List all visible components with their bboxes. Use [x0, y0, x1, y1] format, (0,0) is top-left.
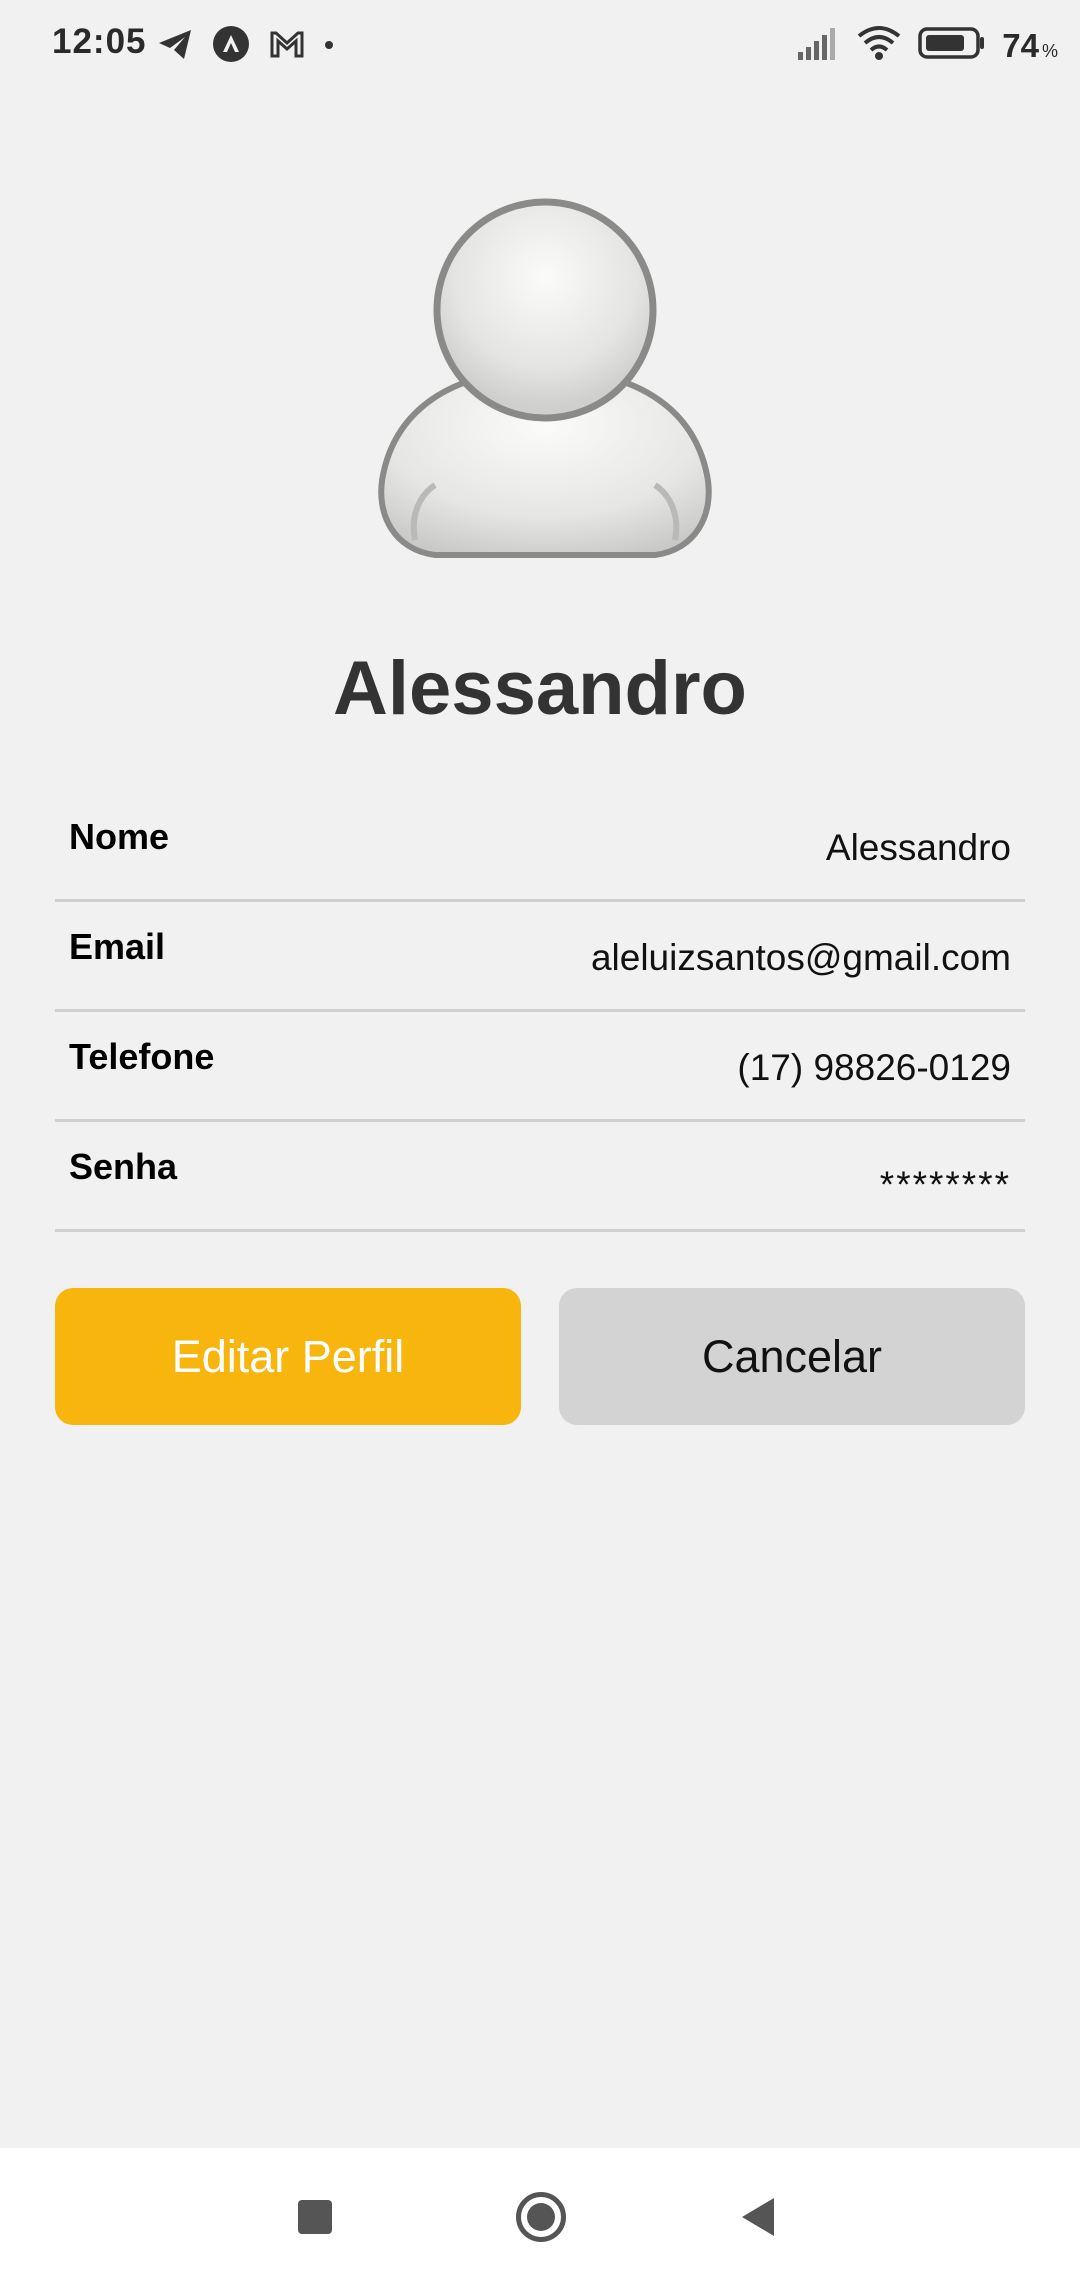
- cancel-button[interactable]: Cancelar: [559, 1288, 1025, 1425]
- senha-label: Senha: [69, 1146, 178, 1187]
- user-avatar-icon: [375, 195, 715, 595]
- status-time: 12:05: [52, 22, 147, 61]
- email-value: aleluizsantos@gmail.com: [590, 937, 1011, 978]
- back-icon[interactable]: [742, 2198, 774, 2236]
- telefone-label: Telefone: [69, 1036, 215, 1077]
- recents-icon[interactable]: [298, 2200, 332, 2234]
- nome-value: Alessandro: [825, 827, 1011, 868]
- edit-profile-button[interactable]: Editar Perfil: [55, 1288, 521, 1425]
- telefone-value: (17) 98826-0129: [737, 1047, 1011, 1088]
- profile-screen: 12:05 74 % Alessandro Nome Alessandro Em…: [0, 0, 1080, 2280]
- dot-icon: [323, 24, 335, 64]
- profile-info-list: Nome Alessandro Email aleluizsantos@gmai…: [55, 792, 1025, 1232]
- senha-value: ********: [879, 1164, 1011, 1205]
- info-row-senha: Senha ********: [55, 1122, 1025, 1232]
- navigation-bar: [0, 2148, 1080, 2280]
- profile-name: Alessandro: [333, 646, 747, 731]
- info-row-nome: Nome Alessandro: [55, 792, 1025, 902]
- info-row-email: Email aleluizsantos@gmail.com: [55, 902, 1025, 1012]
- system-status: 74%: [796, 24, 1058, 67]
- telegram-icon: [155, 24, 195, 64]
- app-icon: [211, 24, 251, 64]
- home-icon[interactable]: [516, 2192, 566, 2242]
- wifi-icon: [856, 24, 902, 67]
- notification-icons: [155, 24, 335, 64]
- battery-percent: 74%: [1002, 26, 1058, 64]
- gmail-icon: [267, 24, 307, 64]
- email-label: Email: [69, 926, 166, 967]
- battery-icon: [918, 26, 986, 65]
- info-row-telefone: Telefone (17) 98826-0129: [55, 1012, 1025, 1122]
- signal-icon: [796, 25, 840, 66]
- status-bar: 12:05 74 %: [0, 0, 1080, 90]
- nome-label: Nome: [69, 816, 170, 857]
